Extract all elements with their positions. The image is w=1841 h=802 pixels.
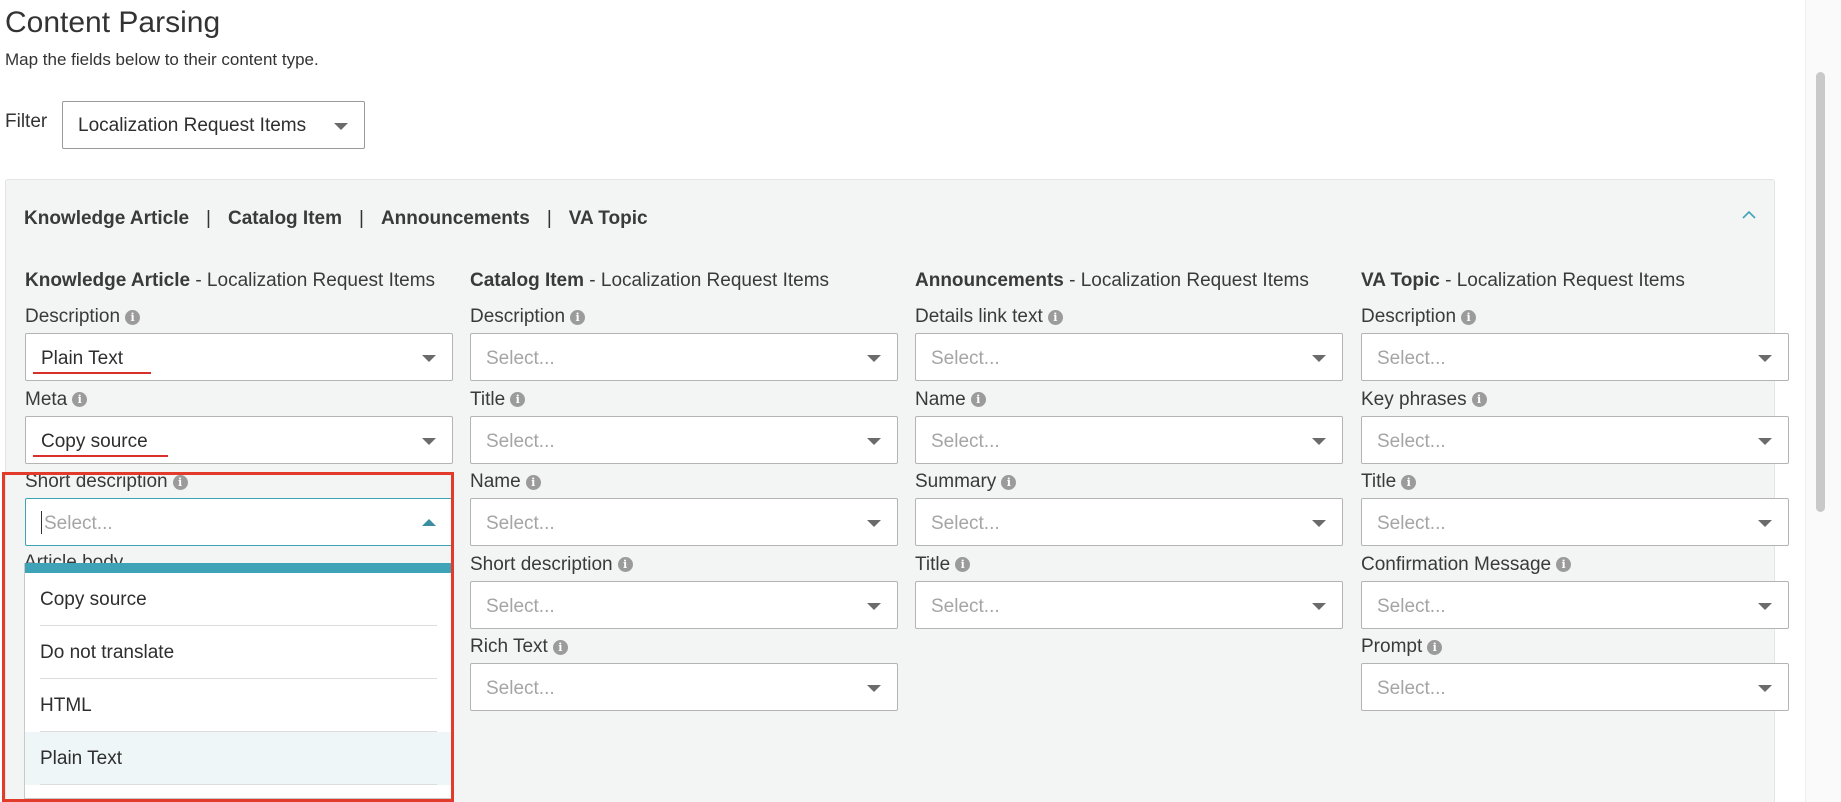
info-icon[interactable]: i (552, 639, 568, 655)
column-heading: Announcements - Localization Request Ite… (915, 270, 1309, 291)
chevron-down-icon (867, 355, 881, 362)
field-details-link-text: Details link text i Select... (915, 298, 1343, 381)
short-description-select[interactable]: Select... (470, 580, 898, 629)
field-meta: Meta i Copy source (25, 381, 453, 464)
description-select[interactable]: Select... (1361, 333, 1789, 381)
info-icon[interactable]: i (525, 474, 541, 490)
info-icon[interactable]: i (1401, 474, 1417, 490)
info-icon[interactable]: i (970, 392, 986, 407)
meta-select[interactable]: Copy source (25, 415, 453, 464)
info-icon[interactable]: i (1001, 474, 1017, 490)
field-prompt: Prompt i Select... (1361, 628, 1789, 711)
info-icon[interactable]: i (125, 309, 141, 325)
tab-catalog-item[interactable]: Catalog Item (228, 208, 342, 230)
title-select[interactable]: Select... (1361, 498, 1789, 546)
description-select[interactable]: Select... (470, 333, 898, 381)
field-summary: Summary i Select... (915, 463, 1343, 546)
field-short-description: Short description i Select... (470, 546, 898, 629)
chevron-down-icon (867, 520, 881, 527)
chevron-down-icon (1758, 355, 1772, 362)
field-confirmation-message: Confirmation Message i Select... (1361, 546, 1789, 629)
tab-separator: | (546, 208, 552, 229)
annotation-underline (33, 454, 168, 457)
chevron-down-icon (422, 437, 436, 445)
field-name: Name i Select... (470, 463, 898, 546)
chevron-down-icon (334, 123, 348, 130)
key-phrases-select[interactable]: Select... (1361, 415, 1789, 464)
chevron-down-icon (1758, 437, 1772, 445)
details-link-text-select[interactable]: Select... (915, 333, 1343, 381)
field-title: Title i Select... (1361, 463, 1789, 546)
info-icon[interactable]: i (1047, 309, 1063, 325)
info-icon[interactable]: i (570, 309, 586, 325)
chevron-down-icon (1312, 437, 1326, 445)
chevron-down-icon (1758, 685, 1772, 692)
filter-select-value: Localization Request Items (78, 115, 307, 136)
info-icon[interactable]: i (72, 392, 88, 407)
prompt-select[interactable]: Select... (1361, 663, 1789, 711)
info-icon[interactable]: i (1556, 557, 1572, 572)
annotation-underline (33, 372, 151, 374)
tab-va-topic[interactable]: VA Topic (569, 208, 648, 230)
field-description: Description i Select... (1361, 298, 1789, 381)
column-heading: Knowledge Article - Localization Request… (25, 270, 436, 291)
filter-label: Filter (5, 111, 48, 132)
field-rich-text: Rich Text i Select... (470, 628, 898, 711)
chevron-down-icon (1758, 520, 1772, 527)
annotation-highlight-box (2, 472, 454, 802)
info-icon[interactable]: i (1471, 392, 1487, 407)
name-select[interactable]: Select... (470, 498, 898, 546)
chevron-down-icon (1312, 355, 1326, 362)
tab-separator: | (206, 208, 211, 229)
field-key-phrases: Key phrases i Select... (1361, 381, 1789, 464)
column-catalog-item: Catalog Item - Localization Request Item… (470, 270, 898, 711)
chevron-down-icon (867, 602, 881, 610)
page-subtitle: Map the fields below to their content ty… (5, 50, 319, 69)
column-va-topic: VA Topic - Localization Request Items De… (1361, 270, 1789, 711)
tab-announcements[interactable]: Announcements (381, 208, 530, 230)
page-scrollbar[interactable] (1805, 0, 1841, 802)
tab-knowledge-article[interactable]: Knowledge Article (24, 208, 189, 230)
confirmation-message-select[interactable]: Select... (1361, 580, 1789, 629)
field-title: Title i Select... (915, 546, 1343, 629)
filter-select[interactable]: Localization Request Items (62, 101, 365, 149)
chevron-down-icon (1312, 602, 1326, 610)
title-select[interactable]: Select... (915, 580, 1343, 629)
field-description: Description i Select... (470, 298, 898, 381)
chevron-down-icon (422, 355, 436, 362)
description-select[interactable]: Plain Text (25, 333, 453, 381)
info-icon[interactable]: i (1461, 309, 1477, 325)
info-icon[interactable]: i (1427, 639, 1443, 655)
info-icon[interactable]: i (617, 557, 633, 572)
info-icon[interactable]: i (510, 392, 526, 407)
page-title: Content Parsing (5, 6, 221, 39)
info-icon[interactable]: i (955, 557, 971, 572)
chevron-down-icon (1758, 602, 1772, 610)
column-announcements: Announcements - Localization Request Ite… (915, 270, 1343, 629)
column-heading: VA Topic - Localization Request Items (1361, 270, 1685, 291)
tab-separator: | (359, 208, 364, 229)
summary-select[interactable]: Select... (915, 498, 1343, 546)
scrollbar-thumb[interactable] (1816, 72, 1825, 512)
chevron-up-icon[interactable] (1742, 208, 1756, 222)
field-title: Title i Select... (470, 381, 898, 464)
chevron-down-icon (1312, 520, 1326, 527)
rich-text-select[interactable]: Select... (470, 663, 898, 711)
table-type-tabs: Knowledge Article | Catalog Item | Annou… (24, 208, 648, 230)
field-description: Description i Plain Text (25, 298, 453, 381)
column-heading: Catalog Item - Localization Request Item… (470, 270, 830, 291)
chevron-down-icon (867, 437, 881, 445)
name-select[interactable]: Select... (915, 415, 1343, 464)
field-name: Name i Select... (915, 381, 1343, 464)
title-select[interactable]: Select... (470, 415, 898, 464)
chevron-down-icon (867, 685, 881, 692)
